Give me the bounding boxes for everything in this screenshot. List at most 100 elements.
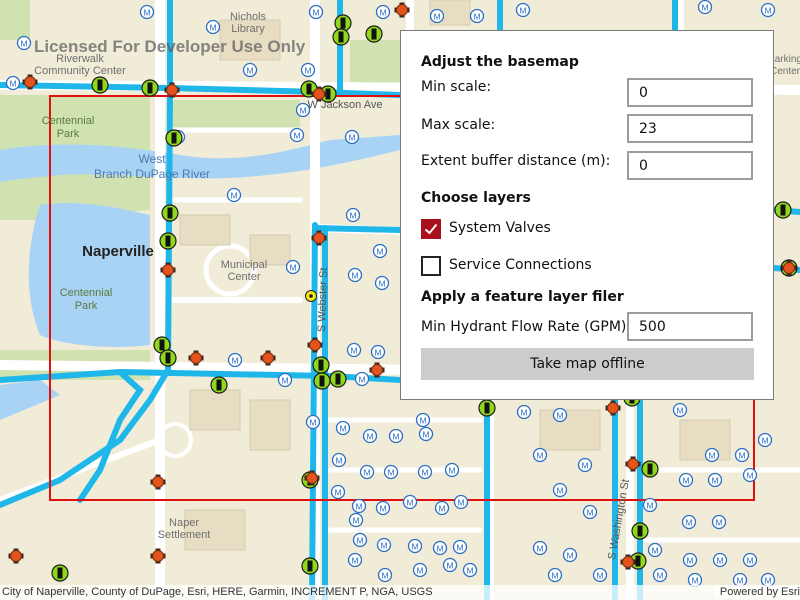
system-valve-icon[interactable] [159, 349, 177, 367]
water-meter-icon[interactable]: M [345, 207, 361, 223]
water-meter-icon[interactable]: M [532, 447, 548, 463]
water-meter-icon[interactable]: M [227, 352, 243, 368]
system-valve-icon[interactable] [334, 14, 352, 32]
water-meter-icon[interactable]: M [742, 552, 758, 568]
water-meter-icon[interactable]: M [742, 467, 758, 483]
water-meter-icon[interactable]: M [347, 552, 363, 568]
system-valve-icon[interactable] [159, 232, 177, 250]
water-meter-icon[interactable]: M [429, 8, 445, 24]
water-meter-icon[interactable]: M [582, 504, 598, 520]
system-valve-icon[interactable] [365, 25, 383, 43]
system-valve-icon[interactable] [631, 522, 649, 540]
water-meter-icon[interactable]: M [678, 472, 694, 488]
water-meter-icon[interactable]: M [242, 62, 258, 78]
water-meter-icon[interactable]: M [453, 494, 469, 510]
water-meter-icon[interactable]: M [407, 538, 423, 554]
water-meter-icon[interactable]: M [370, 344, 386, 360]
water-meter-icon[interactable]: M [277, 372, 293, 388]
water-meter-icon[interactable]: M [547, 567, 563, 583]
water-meter-icon[interactable]: M [444, 462, 460, 478]
water-meter-icon[interactable]: M [697, 0, 713, 15]
system-valve-icon[interactable] [329, 370, 347, 388]
water-meter-icon[interactable]: M [516, 404, 532, 420]
water-meter-icon[interactable]: M [452, 539, 468, 555]
water-meter-icon[interactable]: M [383, 464, 399, 480]
system-valve-icon[interactable] [313, 372, 331, 390]
water-meter-icon[interactable]: M [402, 494, 418, 510]
water-meter-icon[interactable]: M [335, 420, 351, 436]
water-meter-icon[interactable]: M [375, 4, 391, 20]
water-meter-icon[interactable]: M [442, 557, 458, 573]
water-meter-icon[interactable]: M [647, 542, 663, 558]
system-valve-icon[interactable] [478, 399, 496, 417]
water-meter-icon[interactable]: M [308, 4, 324, 20]
water-meter-icon[interactable]: M [432, 540, 448, 556]
water-meter-icon[interactable]: M [344, 129, 360, 145]
water-meter-icon[interactable]: M [226, 187, 242, 203]
water-meter-icon[interactable]: M [652, 567, 668, 583]
max-scale-input[interactable] [627, 114, 753, 143]
water-meter-icon[interactable]: M [16, 35, 32, 51]
water-meter-icon[interactable]: M [372, 243, 388, 259]
water-meter-icon[interactable]: M [352, 532, 368, 548]
water-meter-icon[interactable]: M [376, 537, 392, 553]
water-meter-icon[interactable]: M [562, 547, 578, 563]
water-meter-icon[interactable]: M [289, 127, 305, 143]
system-valve-icon[interactable] [301, 557, 319, 575]
water-meter-icon[interactable]: M [757, 432, 773, 448]
water-meter-icon[interactable]: M [300, 62, 316, 78]
system-valve-icon[interactable] [141, 79, 159, 97]
water-meter-icon[interactable]: M [347, 267, 363, 283]
system-valve-icon[interactable] [332, 28, 350, 46]
water-meter-icon[interactable]: M [552, 482, 568, 498]
water-meter-icon[interactable]: M [348, 512, 364, 528]
water-meter-icon[interactable]: M [362, 428, 378, 444]
service-connections-label[interactable]: Service Connections [449, 257, 592, 273]
water-meter-icon[interactable]: M [351, 498, 367, 514]
water-meter-icon[interactable]: M [285, 259, 301, 275]
water-meter-icon[interactable]: M [377, 567, 393, 583]
system-valves-checkbox[interactable] [421, 219, 441, 239]
water-meter-icon[interactable]: M [412, 562, 428, 578]
water-meter-icon[interactable]: M [374, 275, 390, 291]
water-meter-icon[interactable]: M [682, 552, 698, 568]
water-meter-icon[interactable]: M [462, 562, 478, 578]
flow-rate-input[interactable] [627, 312, 753, 341]
water-meter-icon[interactable]: M [415, 412, 431, 428]
system-valve-icon[interactable] [312, 356, 330, 374]
water-meter-icon[interactable]: M [354, 371, 370, 387]
system-valves-label[interactable]: System Valves [449, 220, 551, 236]
service-connections-checkbox[interactable] [421, 256, 441, 276]
water-meter-icon[interactable]: M [642, 497, 658, 513]
water-meter-icon[interactable]: M [712, 552, 728, 568]
water-meter-icon[interactable]: M [707, 472, 723, 488]
min-scale-input[interactable] [627, 78, 753, 107]
water-meter-icon[interactable]: M [5, 75, 21, 91]
system-valve-icon[interactable] [641, 460, 659, 478]
water-meter-icon[interactable]: M [346, 342, 362, 358]
water-meter-icon[interactable]: M [532, 540, 548, 556]
water-meter-icon[interactable]: M [734, 447, 750, 463]
system-valve-icon[interactable] [161, 204, 179, 222]
system-valve-icon[interactable] [91, 76, 109, 94]
water-meter-icon[interactable]: M [704, 447, 720, 463]
junction-icon[interactable] [305, 290, 317, 302]
water-meter-icon[interactable]: M [434, 500, 450, 516]
water-meter-icon[interactable]: M [577, 457, 593, 473]
system-valve-icon[interactable] [51, 564, 69, 582]
water-meter-icon[interactable]: M [760, 2, 776, 18]
water-meter-icon[interactable]: M [359, 464, 375, 480]
water-meter-icon[interactable]: M [388, 428, 404, 444]
system-valve-icon[interactable] [210, 376, 228, 394]
water-meter-icon[interactable]: M [375, 500, 391, 516]
water-meter-icon[interactable]: M [672, 402, 688, 418]
water-meter-icon[interactable]: M [417, 464, 433, 480]
powered-by-esri[interactable]: Powered by Esri [713, 586, 800, 598]
system-valve-icon[interactable] [774, 201, 792, 219]
water-meter-icon[interactable]: M [305, 414, 321, 430]
take-map-offline-button[interactable]: Take map offline [421, 348, 754, 380]
water-meter-icon[interactable]: M [711, 514, 727, 530]
water-meter-icon[interactable]: M [205, 19, 221, 35]
water-meter-icon[interactable]: M [418, 426, 434, 442]
water-meter-icon[interactable]: M [331, 452, 347, 468]
